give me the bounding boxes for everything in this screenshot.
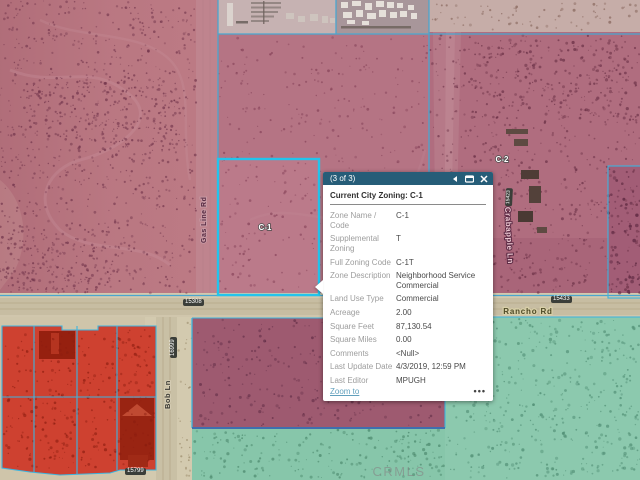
svg-text:C-2: C-2	[496, 155, 509, 164]
svg-text:Gas Line Rd: Gas Line Rd	[201, 197, 208, 243]
svg-text:Bob Ln: Bob Ln	[163, 380, 172, 409]
svg-text:Rancho Rd: Rancho Rd	[503, 307, 552, 316]
svg-text:C-1: C-1	[259, 223, 272, 232]
svg-text:CRMLS: CRMLS	[372, 464, 425, 479]
